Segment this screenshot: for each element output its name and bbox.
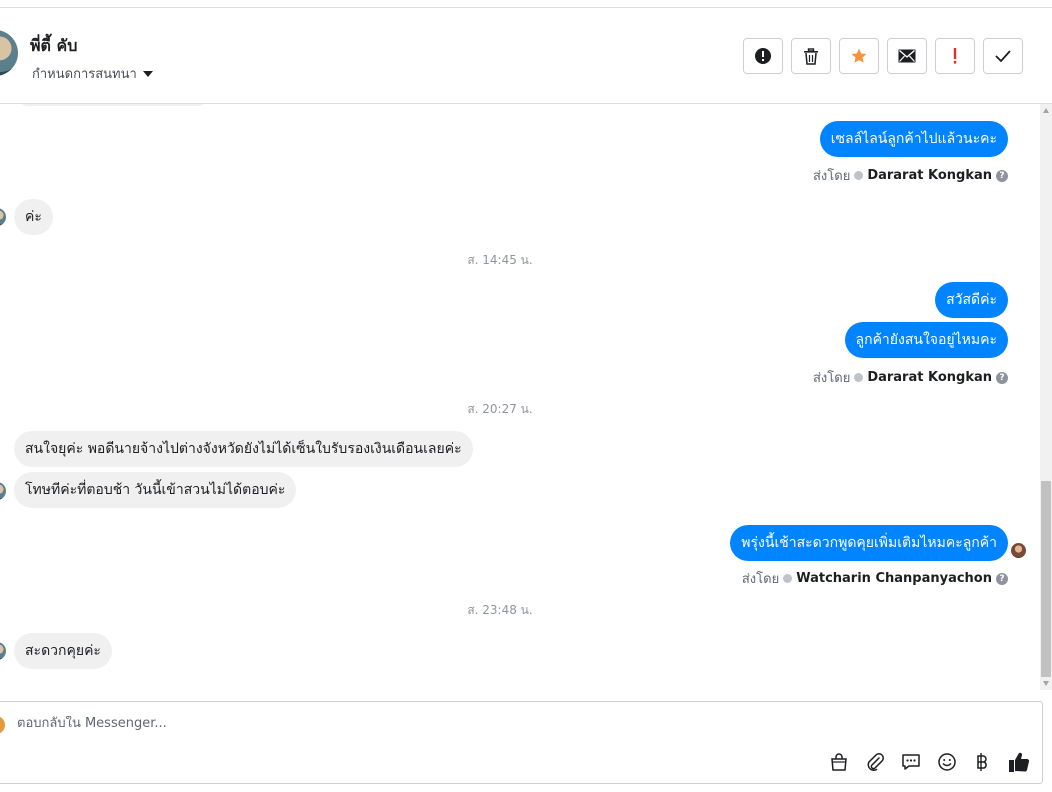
sent-check-icon — [854, 373, 864, 382]
sent-by-info: ส่งโดย Dararat Kongkan ? — [813, 367, 1008, 388]
star-icon — [851, 48, 867, 63]
help-icon[interactable]: ? — [996, 371, 1008, 384]
follow-up-button[interactable] — [935, 38, 975, 74]
contact-avatar-small[interactable] — [0, 208, 6, 226]
emoji-button[interactable] — [935, 750, 959, 774]
sent-check-icon — [854, 171, 864, 180]
reply-input[interactable] — [17, 716, 717, 731]
incoming-message[interactable]: สนใจยุค่ะ พอดีนายจ้างไปต่างจังหวัดยังไม่… — [14, 431, 473, 467]
message-timestamp: ส. 20:27 น. — [467, 402, 533, 416]
sent-by-label: ส่งโดย — [741, 572, 780, 587]
reply-composer — [0, 701, 1043, 784]
incoming-message[interactable]: โทษทีค่ะที่ตอบช้า วันนี้เข้าสวนไม่ได้ตอบ… — [14, 472, 297, 508]
emoji-icon — [938, 753, 956, 771]
seen-by-avatar — [1011, 543, 1026, 558]
thumbs-up-icon — [1009, 752, 1030, 772]
incoming-message[interactable]: ค่ะ — [14, 199, 53, 235]
previous-message-bubble — [18, 104, 208, 106]
sent-by-label: ส่งโดย — [812, 169, 851, 184]
check-icon — [995, 50, 1011, 62]
composer-tools — [827, 750, 1031, 774]
help-icon[interactable]: ? — [996, 572, 1008, 585]
mark-unread-button[interactable] — [887, 38, 927, 74]
report-spam-icon — [755, 48, 771, 64]
help-icon[interactable]: ? — [996, 169, 1008, 182]
sent-check-icon — [783, 574, 793, 583]
sent-by-label: ส่งโดย — [812, 371, 851, 386]
agent-name: Watcharin Chanpanyachon — [796, 571, 992, 586]
agent-name: Dararat Kongkan — [867, 168, 992, 183]
message-timestamp: ส. 23:48 น. — [467, 603, 533, 617]
trash-icon — [804, 47, 818, 65]
saved-replies-button[interactable] — [899, 750, 923, 774]
caret-down-icon — [142, 70, 153, 77]
message-thread[interactable]: เซลล์ไลน์ลูกค้าไปแล้วนะคะ ส่งโดย Dararat… — [0, 104, 1040, 690]
payment-button[interactable] — [971, 750, 995, 774]
contact-avatar-small[interactable] — [0, 642, 6, 660]
outgoing-message[interactable]: เซลล์ไลน์ลูกค้าไปแล้วนะคะ — [819, 121, 1008, 157]
like-button[interactable] — [1007, 750, 1031, 774]
follow-up-icon — [953, 48, 957, 64]
thread-scrollbar[interactable] — [1040, 104, 1052, 690]
header-actions — [743, 38, 1023, 74]
shopping-bag-icon — [831, 753, 847, 771]
top-divider — [0, 0, 1052, 8]
envelope-icon — [898, 49, 916, 63]
scroll-down-arrow-icon[interactable] — [1043, 681, 1049, 686]
sent-by-info: ส่งโดย Watcharin Chanpanyachon ? — [742, 568, 1008, 589]
scroll-up-arrow-icon[interactable] — [1043, 108, 1049, 113]
page-avatar — [0, 716, 5, 734]
shop-button[interactable] — [827, 750, 851, 774]
contact-avatar-small[interactable] — [0, 482, 6, 500]
report-spam-button[interactable] — [743, 38, 783, 74]
outgoing-message[interactable]: สวัสดีค่ะ — [935, 282, 1008, 318]
sent-by-info: ส่งโดย Dararat Kongkan ? — [813, 165, 1008, 186]
star-button[interactable] — [839, 38, 879, 74]
baht-icon — [977, 753, 987, 771]
incoming-message[interactable]: สะดวกคุยค่ะ — [14, 633, 112, 669]
scrollbar-thumb[interactable] — [1041, 481, 1051, 677]
message-timestamp: ส. 14:45 น. — [467, 253, 533, 267]
outgoing-message[interactable]: พรุ่งนี้เช้าสะดวกพูดคุยเพิ่มเติมไหมคะลูก… — [730, 525, 1008, 561]
outgoing-message[interactable]: ลูกค้ายังสนใจอยู่ไหมคะ — [844, 322, 1008, 358]
contact-name[interactable]: พี่ตี้ คับ — [30, 34, 77, 59]
conversation-header: พี่ตี้ คับ กำหนดการสนทนา — [0, 8, 1052, 104]
mark-done-button[interactable] — [983, 38, 1023, 74]
assign-label: กำหนดการสนทนา — [32, 67, 137, 82]
attach-button[interactable] — [863, 750, 887, 774]
contact-avatar[interactable] — [0, 30, 18, 76]
agent-name: Dararat Kongkan — [867, 370, 992, 385]
assign-conversation-dropdown[interactable]: กำหนดการสนทนา — [32, 63, 153, 84]
saved-replies-icon — [902, 754, 920, 770]
delete-button[interactable] — [791, 38, 831, 74]
paperclip-icon — [867, 753, 884, 771]
